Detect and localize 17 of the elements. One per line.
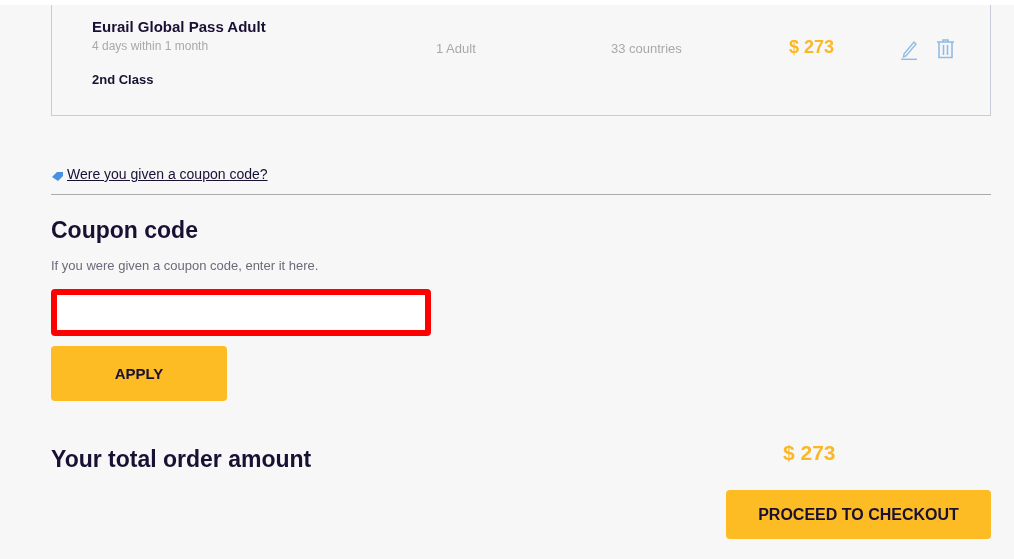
pass-class: 2nd Class: [92, 72, 155, 87]
total-amount: $ 273: [783, 441, 837, 466]
travellers: 1 Adult: [436, 41, 477, 56]
item-price: $ 273: [789, 37, 836, 58]
pass-name: Eurail Global Pass Adult: [92, 18, 267, 35]
checkout-button[interactable]: PROCEED TO CHECKOUT: [726, 490, 991, 539]
coupon-link[interactable]: Were you given a coupon code?: [67, 166, 268, 182]
pencil-icon[interactable]: [900, 39, 918, 60]
apply-button[interactable]: APPLY: [51, 346, 227, 401]
total-label: Your total order amount: [51, 446, 313, 473]
trash-icon[interactable]: [936, 39, 955, 59]
coupon-heading: Coupon code: [51, 217, 199, 244]
coupon-input[interactable]: [51, 289, 431, 336]
coupon-description: If you were given a coupon code, enter it here.: [51, 258, 320, 273]
tag-icon: [51, 171, 64, 182]
countries: 33 countries: [611, 41, 683, 56]
pass-duration: 4 days within 1 month: [92, 39, 210, 53]
